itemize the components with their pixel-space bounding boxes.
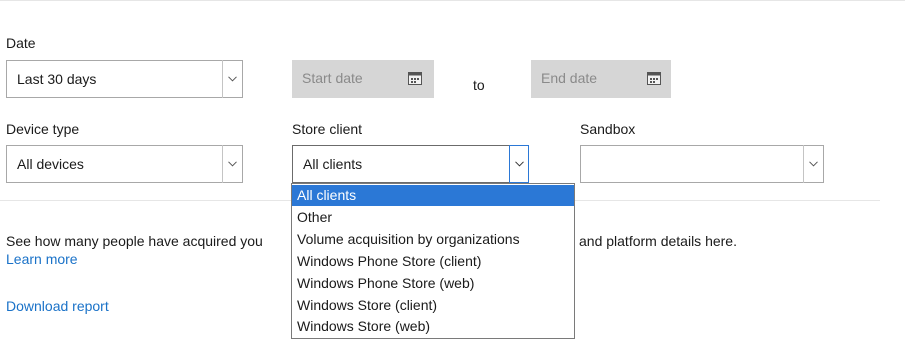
chevron-down-icon[interactable] <box>222 60 242 98</box>
option-windows-phone-store-web[interactable]: Windows Phone Store (web) <box>292 273 574 294</box>
store-client-value: All clients <box>303 156 363 172</box>
date-range-value: Last 30 days <box>17 71 97 87</box>
date-label: Date <box>6 35 36 51</box>
sandbox-select[interactable] <box>580 145 824 183</box>
device-type-value: All devices <box>17 156 84 172</box>
option-all-clients[interactable]: All clients <box>292 185 574 206</box>
store-client-dropdown-list[interactable]: All clients Other Volume acquisition by … <box>291 183 575 339</box>
option-other[interactable]: Other <box>292 207 574 228</box>
chevron-down-icon[interactable] <box>803 145 823 183</box>
description-text-right: and platform details here. <box>579 233 737 249</box>
description-text-left: See how many people have acquired you <box>6 233 263 249</box>
calendar-icon[interactable] <box>647 71 661 85</box>
option-windows-phone-store-client[interactable]: Windows Phone Store (client) <box>292 251 574 272</box>
learn-more-link[interactable]: Learn more <box>6 251 78 267</box>
option-volume-acquisition[interactable]: Volume acquisition by organizations <box>292 229 574 250</box>
device-type-select[interactable]: All devices <box>6 145 243 183</box>
chevron-down-icon[interactable] <box>222 145 242 183</box>
chevron-down-icon[interactable] <box>509 145 529 183</box>
start-date-placeholder: Start date <box>302 70 363 86</box>
start-date-input[interactable]: Start date <box>292 60 434 98</box>
top-divider <box>0 0 905 1</box>
device-type-label: Device type <box>6 121 80 137</box>
download-report-link[interactable]: Download report <box>6 298 109 314</box>
sandbox-label: Sandbox <box>580 121 636 137</box>
calendar-icon[interactable] <box>408 71 422 85</box>
store-client-select[interactable]: All clients <box>292 145 529 183</box>
store-client-label: Store client <box>292 121 363 137</box>
end-date-placeholder: End date <box>541 70 598 86</box>
date-range-select[interactable]: Last 30 days <box>6 60 243 98</box>
end-date-input[interactable]: End date <box>531 60 671 98</box>
option-windows-store-client[interactable]: Windows Store (client) <box>292 295 574 316</box>
option-windows-store-web[interactable]: Windows Store (web) <box>292 316 574 337</box>
date-to-label: to <box>473 77 485 93</box>
